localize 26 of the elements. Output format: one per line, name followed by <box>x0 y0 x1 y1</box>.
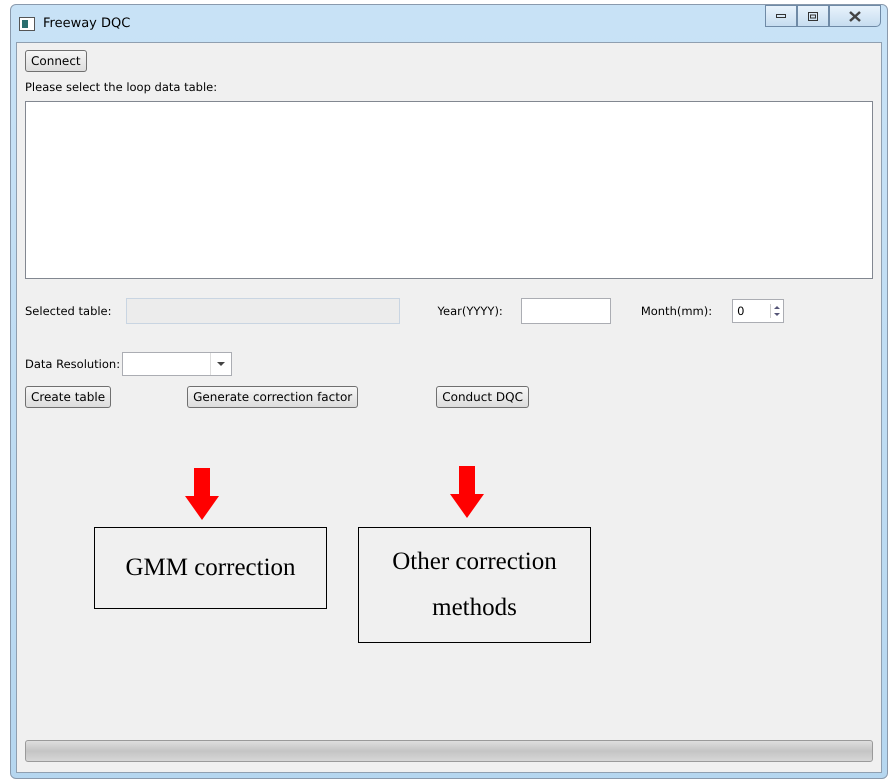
down-arrow <box>450 466 484 518</box>
restore-icon <box>808 12 818 20</box>
month-spinbox[interactable]: 0 <box>732 299 784 323</box>
maximize-button[interactable] <box>797 5 829 27</box>
close-button[interactable] <box>829 5 881 27</box>
annotation-box: Other correction methods <box>358 527 591 643</box>
table-prompt: Please select the loop data table: <box>25 80 218 94</box>
action-button[interactable]: Create table <box>25 386 112 408</box>
connect-button[interactable]: Connect <box>25 50 87 72</box>
window-icon <box>19 16 35 30</box>
minimize-icon <box>776 14 786 18</box>
selected-table-field[interactable] <box>126 298 400 324</box>
dropdown-arrow-icon <box>217 362 226 366</box>
window-title: Freeway DQC <box>43 16 130 31</box>
year-field[interactable] <box>520 298 611 324</box>
annotation-box: GMM correction <box>94 527 327 609</box>
year-label: Year(YYYY): <box>438 304 503 318</box>
action-button[interactable]: Generate correction factor <box>187 386 358 408</box>
data-resolution-label: Data Resolution: <box>25 357 120 371</box>
down-arrow <box>185 468 219 520</box>
close-icon <box>848 10 862 22</box>
action-button[interactable]: Conduct DQC <box>436 386 529 408</box>
data-resolution-dropdown[interactable] <box>122 352 232 376</box>
selected-table-label: Selected table: <box>25 304 112 318</box>
minimize-button[interactable] <box>765 5 797 27</box>
month-label: Month(mm): <box>640 304 712 318</box>
